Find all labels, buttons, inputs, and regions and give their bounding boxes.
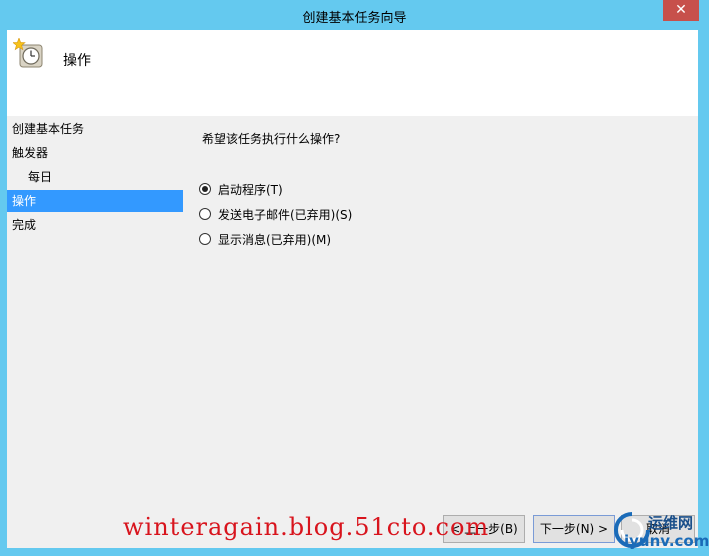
radio-label: 发送电子邮件(已弃用)(S): [218, 207, 353, 222]
logo-text-domain: iyunv.com: [624, 532, 709, 550]
watermark-text: winteragain.blog.51cto.com: [123, 513, 490, 541]
radio-label: 启动程序(T): [218, 182, 283, 197]
radio-start-program[interactable]: 启动程序(T): [199, 179, 283, 199]
close-icon: ✕: [675, 2, 687, 18]
wizard-steps-nav: 创建基本任务 触发器 每日 操作 完成: [7, 116, 187, 516]
radio-button[interactable]: [199, 183, 211, 195]
radio-button[interactable]: [199, 208, 211, 220]
radio-display-message[interactable]: 显示消息(已弃用)(M): [199, 229, 331, 249]
radio-send-email[interactable]: 发送电子邮件(已弃用)(S): [199, 204, 352, 224]
nav-step-create-basic-task[interactable]: 创建基本任务: [7, 118, 183, 140]
nav-step-label: 每日: [28, 170, 53, 184]
nav-step-label: 触发器: [12, 146, 49, 160]
wizard-content: 希望该任务执行什么操作? 启动程序(T) 发送电子邮件(已弃用)(S) 显示消息…: [187, 116, 698, 516]
nav-step-daily[interactable]: 每日: [7, 166, 183, 188]
wizard-client-area: 操作 创建基本任务 触发器 每日 操作 完成 希望该任务执行什么操作? 启动程序…: [7, 30, 698, 548]
nav-step-trigger[interactable]: 触发器: [7, 142, 183, 164]
wizard-header: 操作: [7, 30, 698, 116]
nav-step-label: 完成: [12, 218, 37, 232]
logo-text-chinese: 运维网: [648, 514, 694, 532]
clock-star-icon: [13, 38, 43, 68]
nav-step-finish[interactable]: 完成: [7, 214, 183, 236]
nav-step-action[interactable]: 操作: [7, 190, 183, 212]
radio-button[interactable]: [199, 233, 211, 245]
next-button[interactable]: 下一步(N) >: [533, 515, 615, 543]
radio-label: 显示消息(已弃用)(M): [218, 232, 332, 247]
title-bar[interactable]: 创建基本任务向导 ✕: [0, 0, 709, 30]
close-button[interactable]: ✕: [663, 0, 699, 21]
wizard-window: 创建基本任务向导 ✕ 操作 创建基本任务 触发器 每日 操作 完成 希望该任务执…: [0, 0, 709, 556]
window-title: 创建基本任务向导: [302, 11, 407, 26]
nav-step-label: 操作: [12, 194, 37, 208]
iyunv-logo: 运维网 iyunv.com: [612, 508, 709, 552]
action-question: 希望该任务执行什么操作?: [202, 132, 341, 146]
page-title: 操作: [63, 53, 91, 69]
nav-step-label: 创建基本任务: [12, 122, 85, 136]
